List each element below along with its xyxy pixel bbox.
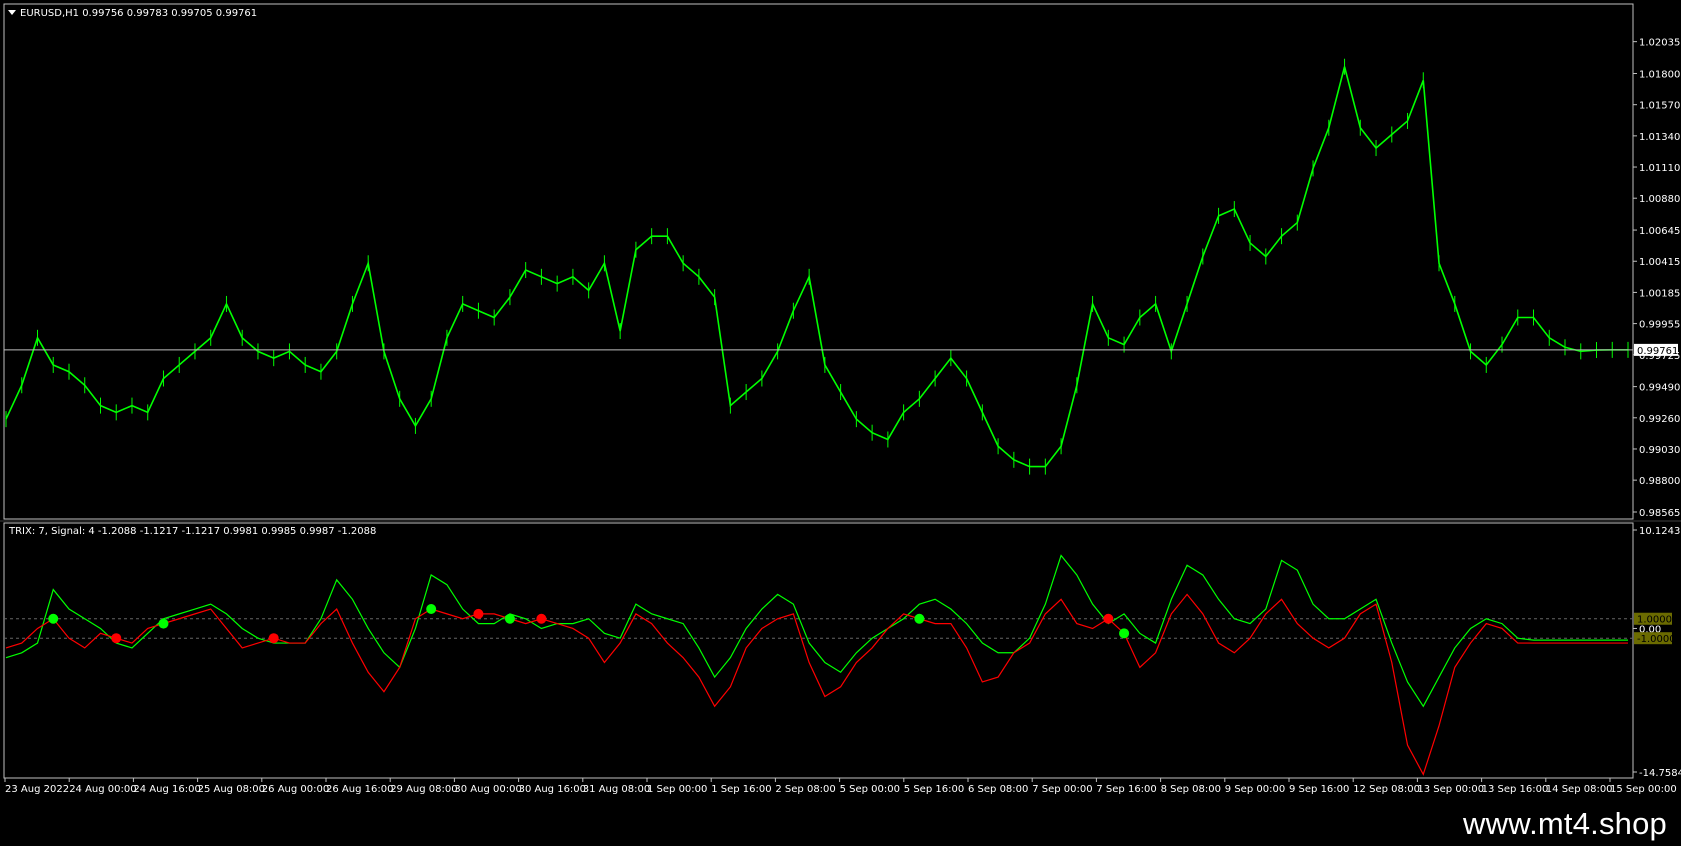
price-tick-label: 0.98800 — [1639, 476, 1680, 487]
cross-up-dot — [1119, 628, 1130, 639]
time-tick-label: 26 Aug 16:00 — [326, 784, 393, 795]
time-tick-label: 14 Sep 08:00 — [1546, 784, 1613, 795]
time-tick-label: 9 Sep 16:00 — [1289, 784, 1349, 795]
cross-up-dot — [426, 604, 437, 615]
price-tick-label: 0.99955 — [1639, 320, 1680, 331]
price-tick-label: 1.01110 — [1639, 163, 1680, 174]
price-tick-label: 0.99030 — [1639, 445, 1680, 456]
chart-background — [0, 0, 1681, 846]
current-price-label: 0.99761 — [1637, 346, 1678, 357]
time-tick-label: 25 Aug 08:00 — [198, 784, 265, 795]
level-tag-label: 1.0000 — [1637, 615, 1672, 626]
price-tick-label: 1.00415 — [1639, 257, 1680, 268]
price-tick-label: 0.98565 — [1639, 508, 1680, 519]
price-tick-label: 1.02035 — [1639, 38, 1680, 49]
time-tick-label: 7 Sep 16:00 — [1096, 784, 1156, 795]
watermark-text: www.mt4.shop — [1463, 806, 1667, 841]
level-tag-label: -1.0000 — [1637, 634, 1676, 645]
trix-tick-label: 10.1243 — [1639, 526, 1680, 537]
time-tick-label: 1 Sep 16:00 — [711, 784, 771, 795]
time-tick-label: 29 Aug 08:00 — [390, 784, 457, 795]
time-tick-label: 12 Sep 08:00 — [1353, 784, 1420, 795]
cross-down-dot — [111, 633, 122, 644]
time-tick-label: 15 Sep 00:00 — [1610, 784, 1677, 795]
time-tick-label: 5 Sep 16:00 — [904, 784, 964, 795]
time-tick-label: 13 Sep 16:00 — [1482, 784, 1549, 795]
time-tick-label: 1 Sep 00:00 — [647, 784, 707, 795]
time-tick-label: 2 Sep 08:00 — [775, 784, 835, 795]
cross-down-dot — [1103, 613, 1114, 624]
price-tick-label: 0.99260 — [1639, 414, 1680, 425]
cross-down-dot — [473, 608, 484, 619]
time-tick-label: 24 Aug 00:00 — [69, 784, 136, 795]
cross-up-dot — [504, 613, 515, 624]
mt4-chart: 1.02035 1.01800 1.01570 1.01340 1.01110 1.008… — [0, 0, 1681, 846]
time-tick-label: 9 Sep 00:00 — [1225, 784, 1285, 795]
price-tick-label: 1.00185 — [1639, 288, 1680, 299]
price-tick-label: 1.00645 — [1639, 226, 1680, 237]
time-tick-label: 7 Sep 00:00 — [1032, 784, 1092, 795]
price-info-title: EURUSD,H1 0.99756 0.99783 0.99705 0.9976… — [20, 8, 257, 19]
trix-tick-label: -14.7584 — [1639, 768, 1681, 779]
time-tick-label: 26 Aug 00:00 — [262, 784, 329, 795]
cross-down-dot — [536, 613, 547, 624]
cross-up-dot — [914, 613, 925, 624]
time-tick-label: 30 Aug 00:00 — [454, 784, 521, 795]
price-tick-label: 1.01340 — [1639, 132, 1680, 143]
price-tick-label: 1.01570 — [1639, 101, 1680, 112]
time-tick-label: 8 Sep 08:00 — [1161, 784, 1221, 795]
price-tick-label: 0.99490 — [1639, 383, 1680, 394]
cross-up-dot — [48, 613, 59, 624]
time-tick-label: 6 Sep 08:00 — [968, 784, 1028, 795]
price-tick-label: 1.00880 — [1639, 194, 1680, 205]
cross-up-dot — [158, 618, 169, 629]
time-tick-label: 13 Sep 00:00 — [1417, 784, 1484, 795]
trix-info-title: TRIX: 7, Signal: 4 -1.2088 -1.1217 -1.12… — [8, 526, 376, 537]
time-tick-label: 24 Aug 16:00 — [133, 784, 200, 795]
time-tick-label: 30 Aug 16:00 — [519, 784, 586, 795]
time-tick-label: 5 Sep 00:00 — [840, 784, 900, 795]
price-tick-label: 1.01800 — [1639, 70, 1680, 81]
cross-down-dot — [268, 633, 279, 644]
time-tick-label: 31 Aug 08:00 — [583, 784, 650, 795]
time-tick-label: 23 Aug 2022 — [5, 784, 69, 795]
